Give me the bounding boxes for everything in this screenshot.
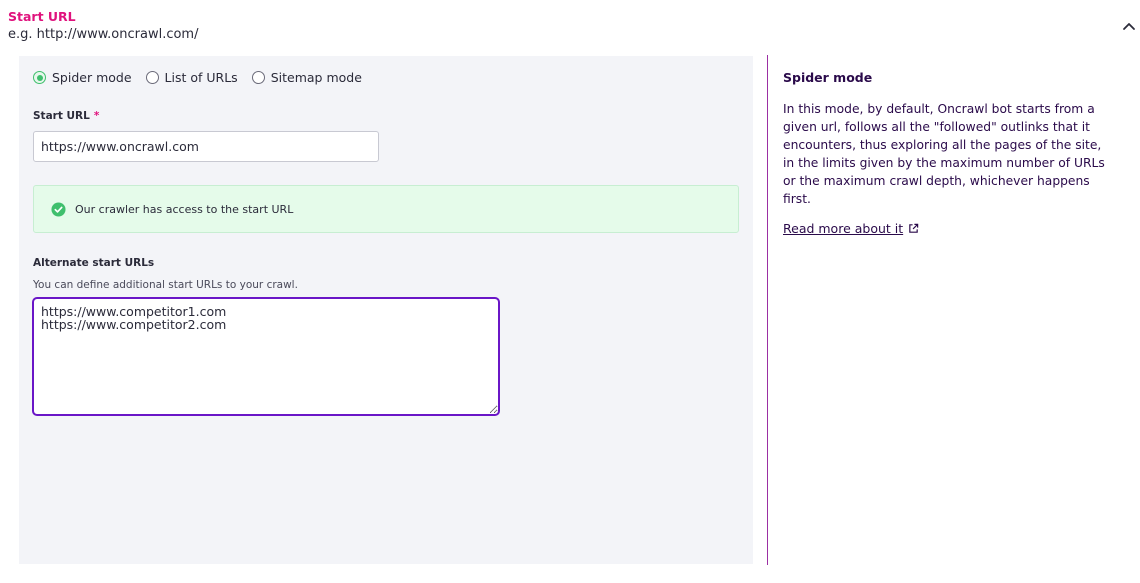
mode-spider-label: Spider mode [52,70,132,85]
mode-list-of-urls[interactable]: List of URLs [145,70,238,85]
mode-list-label: List of URLs [164,70,238,85]
radio-spider[interactable] [33,71,46,84]
radio-list-of-urls[interactable] [145,71,159,84]
read-more-link[interactable]: Read more about it [783,221,919,236]
aside-body: In this mode, by default, Oncrawl bot st… [783,102,1105,206]
section-example: e.g. http://www.oncrawl.com/ [8,27,199,42]
alternate-urls-help: You can define additional start URLs to … [33,279,298,291]
section-header: Start URL e.g. http://www.oncrawl.com/ [0,0,1140,55]
start-url-label-text: Start URL [33,110,90,122]
required-mark: * [93,110,100,122]
mode-spider[interactable]: Spider mode [33,70,132,85]
check-circle-icon [51,201,66,217]
mode-sitemap[interactable]: Sitemap mode [251,70,362,85]
alert-text: Our crawler has access to the start URL [75,202,294,216]
mode-sitemap-label: Sitemap mode [270,70,362,85]
read-more-text: Read more about it [783,221,904,236]
help-aside: Spider mode In this mode, by default, On… [783,70,1113,237]
radio-sitemap[interactable] [251,71,265,84]
alternate-urls-textarea[interactable] [32,297,500,416]
collapse-button[interactable] [1118,16,1140,36]
external-link-icon [909,223,919,233]
alternate-urls-label: Alternate start URLs [33,257,155,269]
chevron-up-icon [1123,22,1135,30]
panel-divider [767,55,768,565]
aside-title: Spider mode [783,70,873,85]
section-title: Start URL [8,9,76,24]
start-url-input[interactable] [33,131,379,162]
mode-radio-group: Spider mode List of URLs Sitemap mode [33,70,362,85]
crawl-config-panel: Spider mode List of URLs Sitemap mode St… [19,56,753,564]
access-success-alert: Our crawler has access to the start URL [33,185,739,233]
start-url-label: Start URL * [33,110,99,122]
